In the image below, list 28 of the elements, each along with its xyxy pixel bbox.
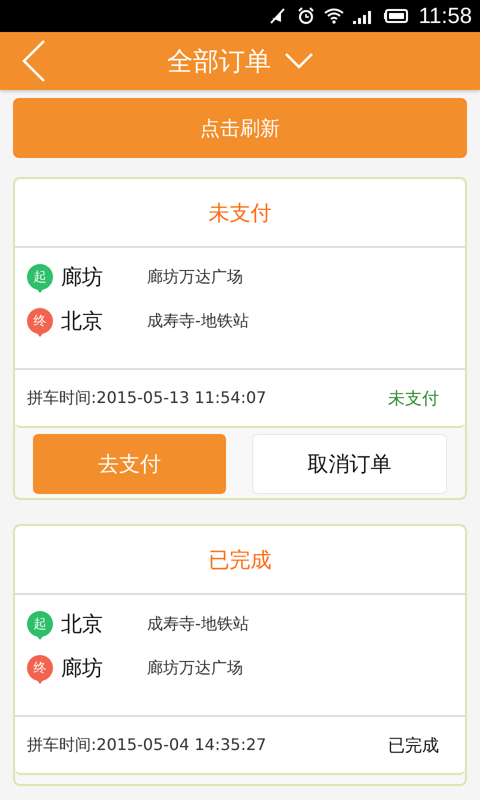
refresh-button[interactable]: 点击刷新 [13, 98, 467, 158]
place-name: 廊坊万达广场 [147, 658, 243, 678]
start-marker: 起 [27, 264, 53, 290]
order-status: 已完成 [15, 526, 465, 595]
clock-time: 11:58 [418, 3, 472, 29]
place-name: 廊坊万达广场 [147, 266, 243, 288]
end-marker: 终 [27, 308, 53, 334]
wifi-icon [324, 8, 344, 24]
battery-icon [384, 8, 410, 24]
city-name: 廊坊 [61, 264, 104, 291]
start-marker: 起 [27, 611, 53, 637]
place-name: 成寿寺-地铁站 [147, 310, 249, 332]
city-name: 廊坊 [61, 655, 104, 682]
payment-status: 已完成 [388, 734, 439, 756]
alarm-icon [296, 7, 315, 25]
order-status: 未支付 [15, 179, 465, 248]
pay-button[interactable]: 去支付 [33, 434, 226, 494]
ride-time: 拼车时间:2015-05-13 11:54:07 [27, 388, 266, 408]
city-name: 北京 [61, 308, 104, 335]
end-marker: 终 [27, 655, 53, 681]
header-title[interactable]: 全部订单 [167, 44, 271, 78]
ride-time: 拼车时间:2015-05-04 14:35:27 [27, 734, 266, 756]
chevron-down-icon[interactable] [285, 53, 313, 69]
city-name: 北京 [61, 611, 104, 638]
cancel-button[interactable]: 取消订单 [252, 434, 447, 494]
payment-status: 未支付 [388, 388, 439, 410]
place-name: 成寿寺-地铁站 [147, 614, 249, 634]
back-icon[interactable] [22, 40, 46, 82]
